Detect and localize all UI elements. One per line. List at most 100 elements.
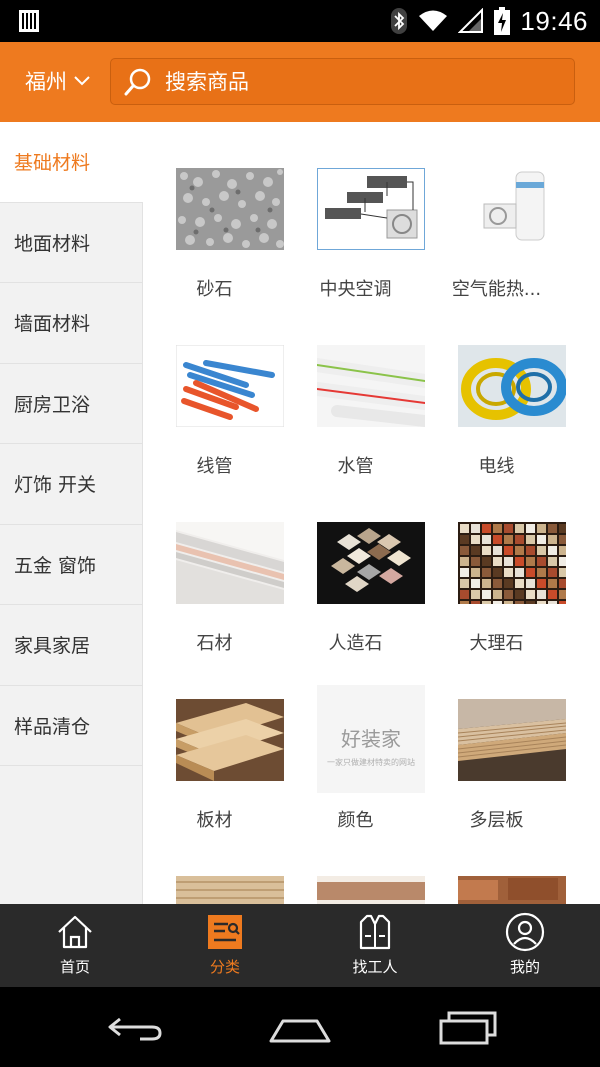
marble-tile <box>493 579 502 588</box>
tab-label: 分类 <box>209 958 240 976</box>
marble-tile <box>460 590 469 599</box>
marble-tile <box>482 535 491 544</box>
product-card-partial[interactable] <box>426 830 567 904</box>
bottom-tab-bar: 首页 分类 找工人 我的 <box>0 904 600 987</box>
marble-tile <box>482 546 491 555</box>
marble-tile <box>537 590 546 599</box>
product-card-central-ac[interactable]: 中央空调 <box>285 122 426 300</box>
marble-tile <box>537 579 546 588</box>
product-card-stone[interactable]: 石材 <box>144 476 285 654</box>
sidebar-item-hardware-window[interactable]: 五金 窗饰 <box>0 525 142 605</box>
product-image <box>458 168 566 250</box>
product-card-air-heat-pump[interactable]: 空气能热... <box>426 122 567 300</box>
tab-category[interactable]: 分类 <box>150 904 300 987</box>
tab-home[interactable]: 首页 <box>0 904 150 987</box>
marble-tile <box>460 535 469 544</box>
marble-tile <box>504 546 513 555</box>
marble-tile <box>482 590 491 599</box>
marble-tile <box>548 546 557 555</box>
marble-tile <box>471 524 480 533</box>
search-bar[interactable] <box>110 58 575 105</box>
marble-tile <box>460 579 469 588</box>
marble-tile <box>515 590 524 599</box>
marble-tile <box>493 535 502 544</box>
product-card-plywood[interactable]: 多层板 <box>426 653 567 831</box>
marble-tile <box>460 557 469 566</box>
product-card-marble[interactable]: 大理石 <box>426 476 567 654</box>
search-input[interactable] <box>165 69 545 94</box>
product-image <box>176 876 284 904</box>
marble-tile <box>504 601 513 604</box>
product-card-board[interactable]: 板材 <box>144 653 285 831</box>
placeholder-tagline: 一家只做建材特卖的网站 <box>327 758 415 767</box>
product-label: 多层板 <box>469 810 524 831</box>
product-image <box>317 168 425 250</box>
marble-tile <box>482 524 491 533</box>
category-sidebar: 基础材料 地面材料 墙面材料 厨房卫浴 灯饰 开关 五金 窗饰 家具家居 样品清… <box>0 122 143 904</box>
city-selector[interactable]: 福州 <box>25 66 91 96</box>
marble-tile <box>526 568 535 577</box>
tab-find-worker[interactable]: 找工人 <box>300 904 450 987</box>
sidebar-item-floor-materials[interactable]: 地面材料 <box>0 203 142 283</box>
marble-tile <box>515 535 524 544</box>
product-card-gravel[interactable]: 砂石 <box>144 122 285 300</box>
marble-tile <box>460 546 469 555</box>
system-nav-bar <box>0 987 600 1067</box>
sidebar-item-wall-materials[interactable]: 墙面材料 <box>0 283 142 364</box>
tab-me[interactable]: 我的 <box>450 904 600 987</box>
product-label: 电线 <box>478 456 515 477</box>
back-icon[interactable] <box>100 1001 170 1051</box>
marble-tile <box>515 601 524 604</box>
product-image <box>176 699 284 781</box>
marble-tile <box>460 601 469 604</box>
sidebar-item-sample-clearance[interactable]: 样品清仓 <box>0 686 142 766</box>
sidebar-item-label: 基础材料 <box>14 152 91 175</box>
marble-tile <box>493 601 502 604</box>
home-nav-icon[interactable] <box>265 1001 335 1051</box>
marble-tile <box>548 590 557 599</box>
product-card-water-pipe[interactable]: 水管 <box>285 299 426 477</box>
marble-tile <box>537 568 546 577</box>
marble-tile <box>471 601 480 604</box>
marble-tile <box>537 601 546 604</box>
marble-tile <box>559 590 566 599</box>
product-label: 大理石 <box>469 633 524 654</box>
product-label: 板材 <box>196 810 233 831</box>
search-icon <box>124 68 151 95</box>
product-label: 石材 <box>196 633 233 654</box>
product-grid-area: 砂石 中央空调 空气能热... 线管 水管 电线 石材 人造石 大理石 板材 好… <box>144 122 600 904</box>
marble-tile <box>482 557 491 566</box>
marble-tile <box>515 546 524 555</box>
sidebar-item-kitchen-bath[interactable]: 厨房卫浴 <box>0 364 142 444</box>
battery-charging-icon <box>494 7 511 35</box>
marble-tile <box>493 568 502 577</box>
marble-tile <box>559 535 566 544</box>
home-icon <box>58 915 92 949</box>
product-card-partial[interactable] <box>144 830 285 904</box>
recent-apps-icon[interactable] <box>435 1001 505 1051</box>
marble-tile <box>482 568 491 577</box>
product-card-conduit[interactable]: 线管 <box>144 299 285 477</box>
product-card-wire[interactable]: 电线 <box>426 299 567 477</box>
marble-tile <box>504 579 513 588</box>
sidebar-item-basic-materials[interactable]: 基础材料 <box>0 122 143 203</box>
marble-tile <box>471 590 480 599</box>
product-card-artificial-stone[interactable]: 人造石 <box>285 476 426 654</box>
marble-tile <box>526 546 535 555</box>
marble-tile <box>548 535 557 544</box>
marble-tile <box>482 601 491 604</box>
product-card-partial[interactable] <box>285 830 426 904</box>
marble-tile <box>526 524 535 533</box>
marble-tile <box>526 557 535 566</box>
sidebar-item-lighting-switches[interactable]: 灯饰 开关 <box>0 444 142 525</box>
category-list-icon <box>208 915 242 949</box>
sidebar-item-furniture[interactable]: 家具家居 <box>0 605 142 686</box>
marble-tile <box>548 568 557 577</box>
product-card-color[interactable]: 好装家 一家只做建材特卖的网站 颜色 <box>285 653 426 831</box>
marble-tile <box>537 546 546 555</box>
product-label: 线管 <box>196 456 233 477</box>
app-header: 福州 <box>0 42 600 122</box>
worker-vest-icon <box>359 914 391 950</box>
marble-tile <box>504 535 513 544</box>
marble-tile <box>559 546 566 555</box>
